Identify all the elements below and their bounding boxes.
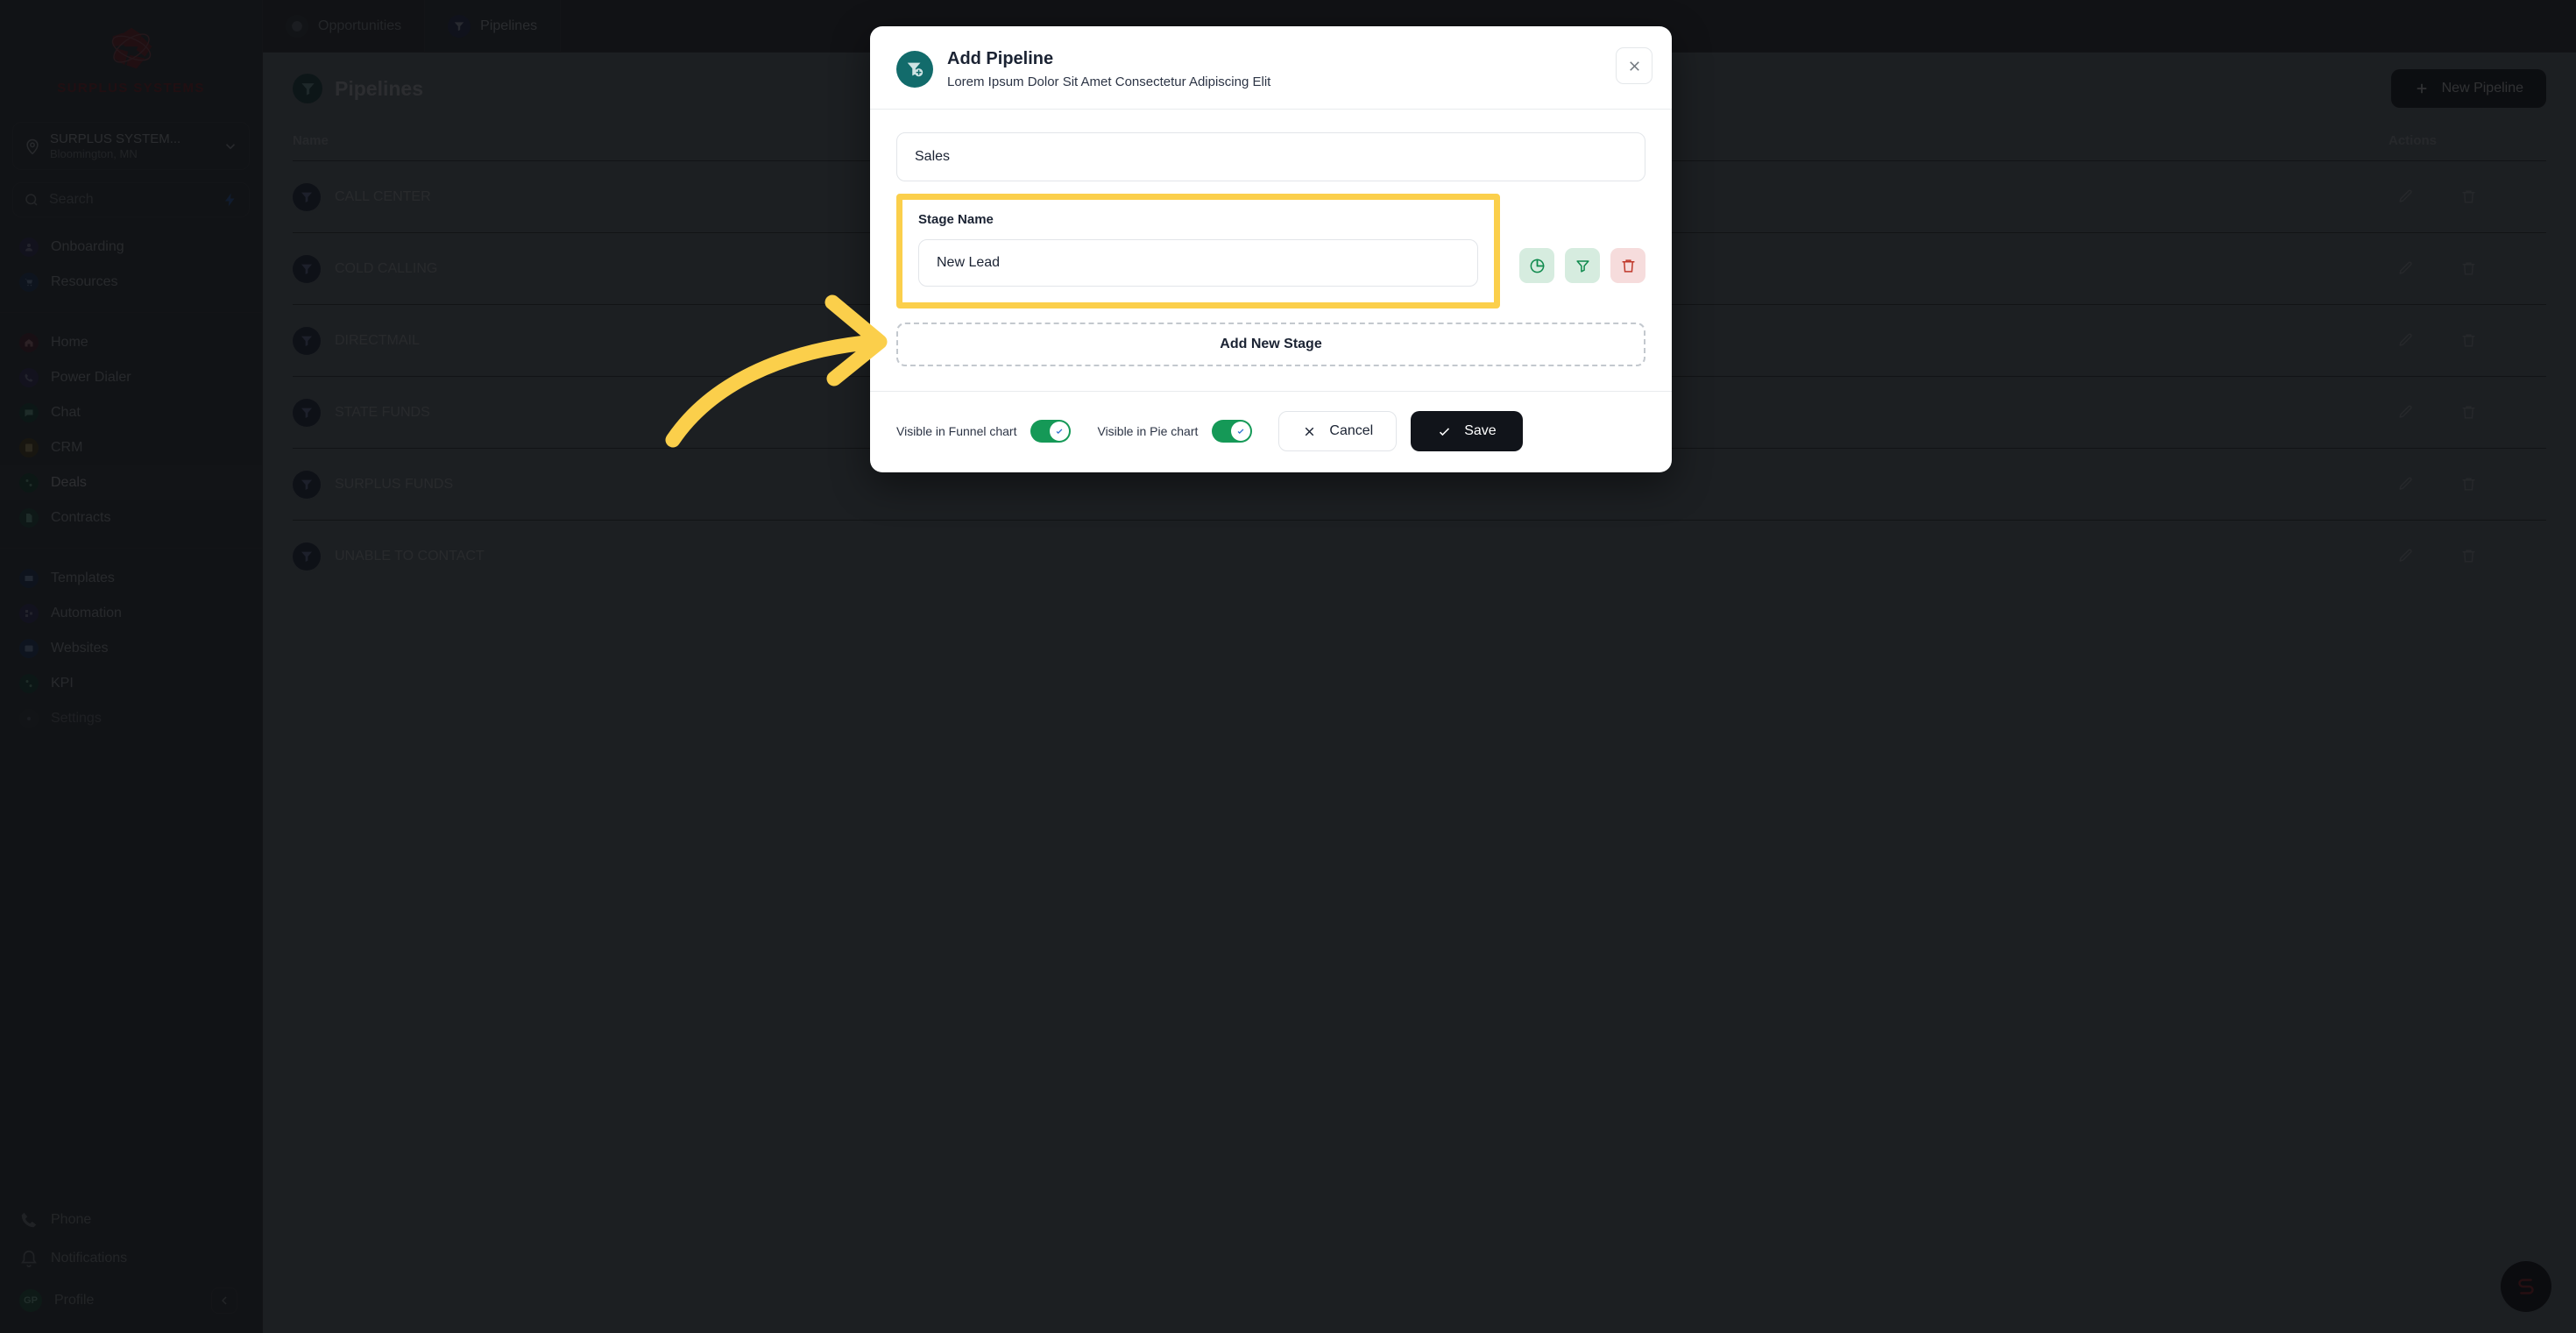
modal-title: Add Pipeline [947,49,1054,68]
stage-name-highlight: Stage Name New Lead [896,194,1500,308]
modal-header: Add Pipeline Lorem Ipsum Dolor Sit Amet … [870,26,1672,110]
visible-in-pie-chart-toggle[interactable] [1212,420,1253,443]
modal-body: Sales Stage Name New Lead Add New Stage [870,110,1672,375]
add-pipeline-modal: Add Pipeline Lorem Ipsum Dolor Sit Amet … [870,26,1672,472]
pipeline-name-input[interactable]: Sales [896,132,1645,181]
check-icon [1440,427,1450,436]
x-icon [1306,427,1314,436]
cancel-button[interactable]: Cancel [1278,411,1398,451]
close-icon [1629,60,1639,71]
funnel-toggle-label: Visible in Funnel chart [896,424,1017,438]
trash-icon [1621,259,1635,273]
funnel-icon [1575,259,1589,273]
pie-toggle-label: Visible in Pie chart [1097,424,1199,438]
visible-in-funnel-chart-toggle[interactable] [1030,420,1072,443]
check-icon [1057,429,1063,435]
save-button[interactable]: Save [1411,411,1523,451]
stage-name-input[interactable]: New Lead [918,239,1478,287]
toggle-knob [1231,422,1251,441]
modal-close-button[interactable] [1616,47,1652,84]
save-label: Save [1464,423,1497,438]
funnel-toggle-button[interactable] [1565,248,1600,283]
stage-name-label: Stage Name [918,212,994,227]
stage-actions [1500,194,1645,283]
check-icon [1238,429,1244,435]
stage-name-value: New Lead [937,255,1001,270]
pie-chart-icon [1530,259,1544,273]
add-new-stage-label: Add New Stage [1220,337,1322,351]
funnel-plus-icon [896,51,933,88]
toggle-knob [1050,422,1070,441]
delete-stage-button[interactable] [1610,248,1645,283]
modal-subtitle: Lorem Ipsum Dolor Sit Amet Consectetur A… [947,74,1271,89]
stage-row: Stage Name New Lead [896,194,1645,308]
funnel-plus-glyph [907,62,924,77]
pipeline-name-value: Sales [915,149,951,164]
modal-footer: Visible in Funnel chart Visible in Pie c… [870,391,1672,472]
pie-chart-toggle-button[interactable] [1519,248,1554,283]
cancel-label: Cancel [1329,423,1374,438]
add-new-stage-button[interactable]: Add New Stage [896,323,1645,366]
